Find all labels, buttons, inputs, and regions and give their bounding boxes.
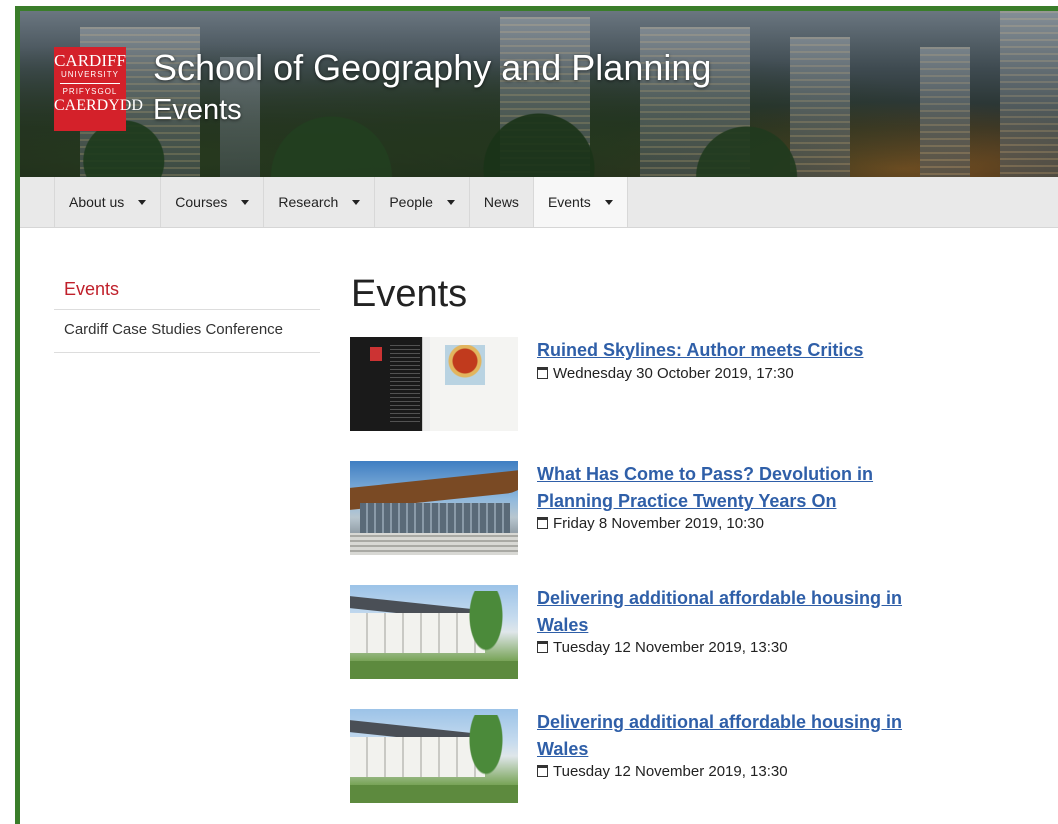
chevron-down-icon xyxy=(138,199,147,205)
sidebar-heading[interactable]: Events xyxy=(54,273,320,310)
nav-item-people[interactable]: People xyxy=(374,177,469,227)
calendar-icon xyxy=(537,641,548,653)
event-title-link[interactable]: Ruined Skylines: Author meets Critics xyxy=(537,337,927,364)
calendar-icon xyxy=(537,517,548,529)
header-banner: CARDIFF UNIVERSITY PRIFYSGOL CAERDYDD Sc… xyxy=(20,11,1058,177)
event-thumbnail[interactable] xyxy=(350,585,518,679)
event-thumbnail[interactable] xyxy=(350,337,518,431)
calendar-icon xyxy=(537,765,548,777)
calendar-icon xyxy=(537,367,548,379)
event-thumbnail[interactable] xyxy=(350,709,518,803)
event-item: Delivering additional affordable housing… xyxy=(350,709,930,805)
nav-item-courses[interactable]: Courses xyxy=(160,177,263,227)
event-date: Friday 8 November 2019, 10:30 xyxy=(537,515,764,532)
cardiff-university-logo[interactable]: CARDIFF UNIVERSITY PRIFYSGOL CAERDYDD xyxy=(54,47,143,131)
event-title-link[interactable]: What Has Come to Pass? Devolution in Pla… xyxy=(537,461,927,515)
nav-item-about-us[interactable]: About us xyxy=(54,177,160,227)
event-thumbnail[interactable] xyxy=(350,461,518,555)
nav-item-news[interactable]: News xyxy=(468,177,533,227)
chevron-down-icon xyxy=(352,199,361,205)
chevron-down-icon xyxy=(241,199,250,205)
sidebar: Events Cardiff Case Studies Conference xyxy=(54,273,320,353)
event-date: Wednesday 30 October 2019, 17:30 xyxy=(537,365,794,382)
event-title-link[interactable]: Delivering additional affordable housing… xyxy=(537,709,927,763)
event-item: Ruined Skylines: Author meets Critics We… xyxy=(350,337,930,433)
site-title[interactable]: School of Geography and Planning xyxy=(153,47,711,89)
event-item: Delivering additional affordable housing… xyxy=(350,585,930,681)
site-subtitle[interactable]: Events xyxy=(153,93,242,127)
main-navigation: About us Courses Research People News Ev… xyxy=(20,177,1058,228)
event-date: Tuesday 12 November 2019, 13:30 xyxy=(537,639,788,656)
event-item: What Has Come to Pass? Devolution in Pla… xyxy=(350,461,930,557)
nav-item-events[interactable]: Events xyxy=(532,177,628,227)
event-title-link[interactable]: Delivering additional affordable housing… xyxy=(537,585,927,639)
nav-item-research[interactable]: Research xyxy=(263,177,374,227)
page-frame: CARDIFF UNIVERSITY PRIFYSGOL CAERDYDD Sc… xyxy=(15,6,1058,824)
page-title: Events xyxy=(351,273,468,315)
sidebar-item-cardiff-case-studies[interactable]: Cardiff Case Studies Conference xyxy=(54,310,320,353)
event-date: Tuesday 12 November 2019, 13:30 xyxy=(537,763,788,780)
chevron-down-icon xyxy=(446,199,455,205)
chevron-down-icon xyxy=(604,199,613,205)
